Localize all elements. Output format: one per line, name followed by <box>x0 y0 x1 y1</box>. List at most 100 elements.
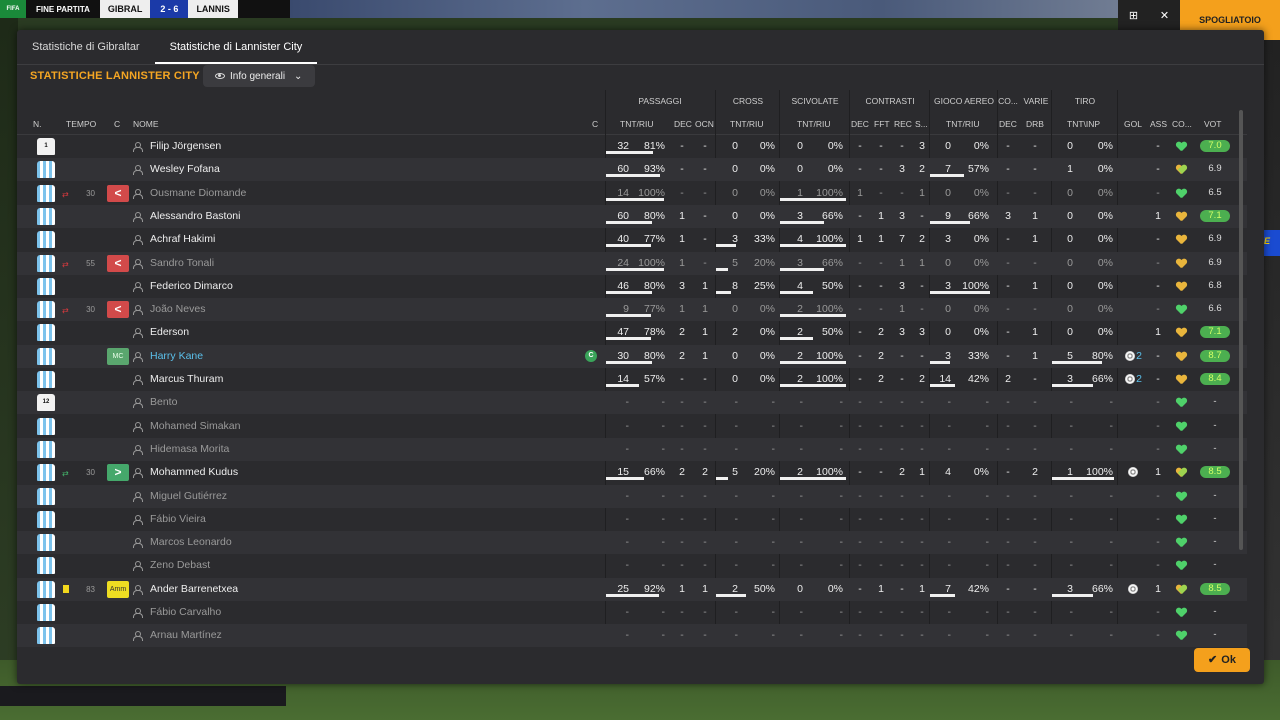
player-name-cell[interactable]: Marcos Leonardo <box>133 531 232 554</box>
table-row[interactable]: Ederson 47 78% 2 1 2 0% 2 50% - 2 3 3 0 0% - 1 0 0% 1 7.1 <box>17 321 1247 344</box>
pass-percent: 77% <box>643 233 665 246</box>
shot-percent: 66% <box>1091 373 1113 385</box>
table-row[interactable]: ⇄ >30 Mohammed Kudus 15 66% 2 2 5 20% 2 100% - - 2 1 4 0… <box>17 461 1247 484</box>
table-row[interactable]: Hidemasa Morita - - - - - - - - - - - - - - - - - - - - <box>17 437 1247 461</box>
co-dec: - <box>1006 629 1010 642</box>
duel-s: - <box>920 489 924 502</box>
duel-fft: 1 <box>878 209 884 222</box>
col-captain[interactable]: C <box>592 119 598 129</box>
tackle-attempts: - <box>799 629 804 642</box>
co-dec: 2 <box>1005 373 1011 385</box>
sub-out-badge: < <box>107 254 129 272</box>
player-name-cell[interactable]: Mohammed Kudus <box>133 461 238 484</box>
table-row[interactable]: Achraf Hakimi 40 77% 1-3 33% 4 100% 1 1 7 2 3 0% -1 0 0… <box>17 228 1247 251</box>
close-icon[interactable]: ✕ <box>1160 9 1169 22</box>
player-name-cell[interactable]: Ousmane Diomande <box>133 182 246 205</box>
aerial-attempts: - <box>947 606 952 618</box>
player-name-cell[interactable]: Mohamed Simakan <box>133 415 240 438</box>
col-con-rec[interactable]: REC <box>894 119 912 129</box>
col-name[interactable]: NOME <box>133 119 159 129</box>
table-row[interactable]: Marcus Thuram 14 57% - - 0 0% 2 100% - 2 - 2 14 42% 2 - 3… <box>17 368 1247 391</box>
table-row[interactable]: 1 Filip Jörgensen 32 81% - - 0 0% 0 0% - - - 3 0 0% - - 0 0… <box>17 135 1247 158</box>
person-icon <box>133 631 143 642</box>
player-name-cell[interactable]: Fábio Carvalho <box>133 601 221 624</box>
table-row[interactable]: 12 Bento - - - - - - - - - - - - - - - - - - - - <box>17 391 1247 415</box>
pass-decisive: - <box>680 186 684 199</box>
col-pass-ocn[interactable]: OCN <box>695 119 714 129</box>
table-row[interactable]: ⇄ <30 Ousmane Diomande 14 100% - -0 0% 1 100% 1- -1… <box>17 182 1247 205</box>
scrollbar[interactable] <box>1239 110 1243 550</box>
player-name-cell[interactable]: Achraf Hakimi <box>133 228 215 251</box>
player-name-cell[interactable]: Filip Jörgensen <box>133 135 221 158</box>
col-cross-tnt-riu[interactable]: TNT/RIU <box>730 119 764 129</box>
duel-s: - <box>920 629 924 642</box>
condition-heart-icon <box>1176 375 1187 385</box>
table-row[interactable]: Fábio Carvalho - - - - - - - - - - - - - - - - - - - - <box>17 601 1247 624</box>
table-row[interactable]: Fábio Vieira - - - - - - - - - - - - - - - - - - - - <box>17 508 1247 531</box>
col-con-fft[interactable]: FFT <box>874 119 890 129</box>
col-sciv-tnt-riu[interactable]: TNT/RIU <box>797 119 831 129</box>
pass-chances: - <box>703 606 707 618</box>
cross-attempts: - <box>734 536 739 549</box>
table-row[interactable]: Mohamed Simakan - - - - - - - - - - - - - - - - - - - - <box>17 415 1247 438</box>
col-co-dec[interactable]: DEC <box>999 119 1017 129</box>
aerial-success-bar <box>930 384 956 387</box>
table-row[interactable]: Miguel Gutiérrez - - - - - - - - - - - - - - - - - - - - <box>17 484 1247 508</box>
col-condition[interactable]: CO... <box>1172 119 1192 129</box>
player-name-cell[interactable]: Ander Barrenetxea <box>133 578 238 601</box>
aerial-attempts: 0 <box>945 256 951 269</box>
col-air-tnt-riu[interactable]: TNT/RIU <box>946 119 980 129</box>
player-name-cell[interactable]: Ederson <box>133 321 189 344</box>
player-name-cell[interactable]: Sandro Tonali <box>133 252 214 275</box>
player-name-cell[interactable]: Federico Dimarco <box>133 275 233 298</box>
col-ass[interactable]: ASS <box>1150 119 1167 129</box>
table-row[interactable]: Marcos Leonardo - - - - - - - - - - - - - - - - - - - - <box>17 531 1247 555</box>
table-row[interactable]: Arnau Martínez - - - - - - - - - - - - - - - - - - - - <box>17 624 1247 648</box>
view-dropdown[interactable]: Info generali ⌄ <box>203 65 315 87</box>
player-name-cell[interactable]: Hidemasa Morita <box>133 438 229 461</box>
table-row[interactable]: ⇄ <55 Sandro Tonali 24 100% 1-5 20% 3 66% - -1 1 0 0%… <box>17 251 1247 275</box>
player-name-cell[interactable]: Marcus Thuram <box>133 368 223 391</box>
table-row[interactable]: Wesley Fofana 60 93% - - 0 0% 0 0% - - 3 2 7 57% - - 1 0% -… <box>17 158 1247 182</box>
tab-lannister-stats[interactable]: Statistiche di Lannister City <box>154 30 318 64</box>
col-drb[interactable]: DRB <box>1026 119 1044 129</box>
table-row[interactable]: 83 Amm Ander Barrenetxea 25 92% 1 1 2 50% 0 0% - 1 - 1… <box>17 577 1247 601</box>
controller-icon[interactable]: ⊞ <box>1129 9 1138 22</box>
player-name-cell[interactable]: Alessandro Bastoni <box>133 205 240 228</box>
col-tempo[interactable]: TEMPO <box>66 119 96 129</box>
col-pass-tnt-riu[interactable]: TNT/RIU <box>620 119 654 129</box>
player-name-cell[interactable]: Bento <box>133 391 177 414</box>
duel-rec: 3 <box>899 163 905 176</box>
player-name-cell[interactable]: Arnau Martínez <box>133 624 222 647</box>
col-pass-dec[interactable]: DEC <box>674 119 692 129</box>
player-name-cell[interactable]: Zeno Debast <box>133 554 210 577</box>
tackle-percent: 0% <box>827 163 843 176</box>
player-name-cell[interactable]: João Neves <box>133 298 205 321</box>
assists: - <box>1156 396 1160 409</box>
col-number[interactable]: N. <box>33 119 42 129</box>
col-c[interactable]: C <box>114 119 120 129</box>
assists: - <box>1156 163 1160 176</box>
player-name-cell[interactable]: Miguel Gutiérrez <box>133 485 227 508</box>
cross-attempts: 2 <box>732 582 738 595</box>
player-name-cell[interactable]: Fábio Vieira <box>133 508 206 531</box>
ok-button[interactable]: ✔ Ok <box>1194 648 1250 672</box>
player-name: João Neves <box>150 303 206 316</box>
col-con-dec[interactable]: DEC <box>851 119 869 129</box>
table-row[interactable]: MC Harry Kane C 30 80% 2 1 0 0% 2 100% -2- -3 33% -1 5 8… <box>17 344 1247 368</box>
table-row[interactable]: Zeno Debast - - - - - - - - - - - - - - - - - - - - <box>17 554 1247 577</box>
rating: - <box>1213 629 1217 641</box>
table-row[interactable]: Alessandro Bastoni 60 80% 1 - 0 0% 3 66% - 1 3 - 9 66%… <box>17 204 1247 228</box>
player-name-cell[interactable]: Wesley Fofana <box>133 158 220 181</box>
col-gol[interactable]: GOL <box>1124 119 1142 129</box>
col-tiro-tnt-inp[interactable]: TNT\INP <box>1067 119 1100 129</box>
col-vote[interactable]: VOT <box>1204 119 1221 129</box>
col-con-s[interactable]: S... <box>915 119 928 129</box>
table-row[interactable]: ⇄ <30 João Neves 9 77% 1 1 0 0% 2 100% - -1-0 0% - -0 0%… <box>17 298 1247 322</box>
tab-gibraltar-stats[interactable]: Statistiche di Gibraltar <box>17 30 155 64</box>
co-dec: - <box>1006 606 1010 618</box>
group-scivolate: SCIVOLATE <box>791 96 839 106</box>
player-name-cell[interactable]: Harry Kane <box>133 345 203 368</box>
co-dec: - <box>1006 163 1010 176</box>
table-row[interactable]: Federico Dimarco 46 80% 3 1 8 25% 4 50% - -3-3 100%… <box>17 275 1247 298</box>
